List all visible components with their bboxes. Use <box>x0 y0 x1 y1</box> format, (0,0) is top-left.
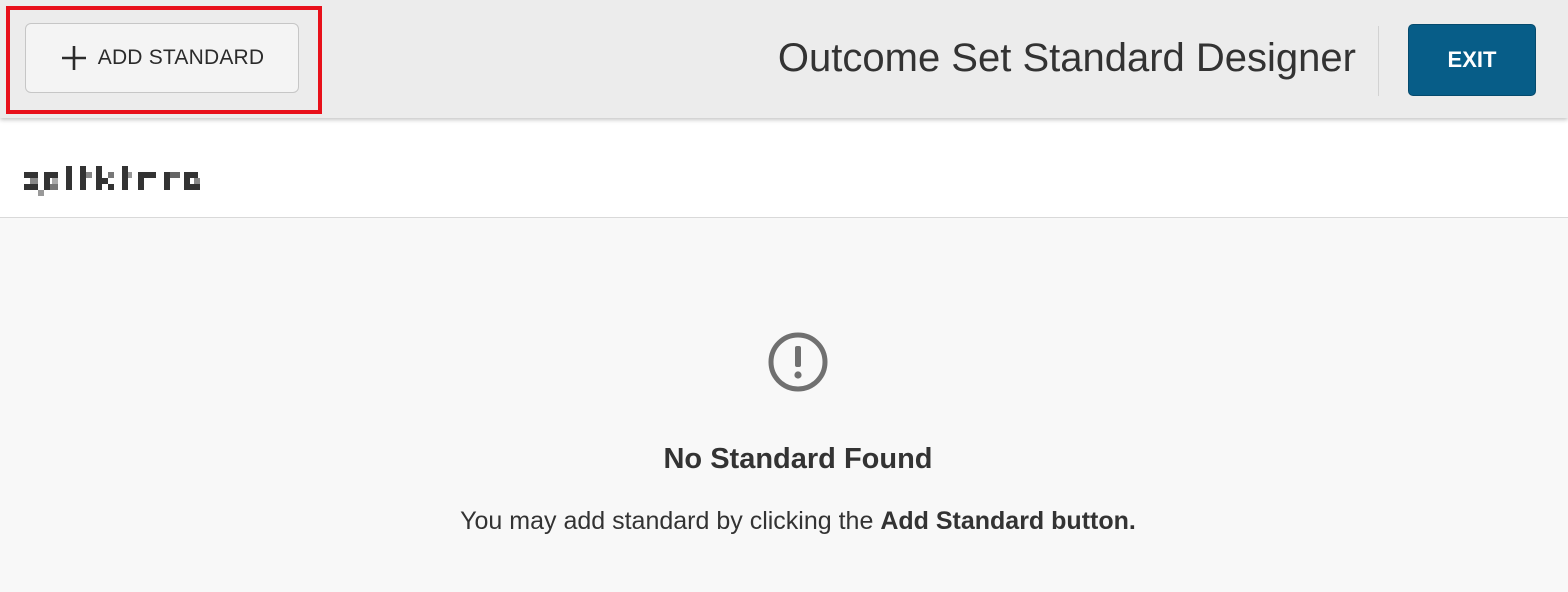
empty-state-message: You may add standard by clicking the Add… <box>0 503 1568 539</box>
redacted-name-block <box>24 166 200 196</box>
subheader <box>0 118 1568 218</box>
alert-circle-icon <box>768 332 828 392</box>
empty-state-message-text: You may add standard by clicking the <box>460 507 881 535</box>
add-standard-label: ADD STANDARD <box>97 46 265 69</box>
plus-icon <box>61 46 86 70</box>
page-title: Outcome Set Standard Designer <box>777 36 1356 80</box>
add-standard-button[interactable]: ADD STANDARD <box>25 23 299 93</box>
outcome-set-standard-designer: ADD STANDARD Outcome Set Standard Design… <box>0 0 1568 592</box>
empty-state-title: No Standard Found <box>663 443 933 475</box>
empty-state-message-bold: Add Standard button. <box>880 507 1136 535</box>
top-toolbar: ADD STANDARD Outcome Set Standard Design… <box>0 0 1568 118</box>
exit-button[interactable]: EXIT <box>1408 24 1536 96</box>
toolbar-divider <box>1378 26 1379 96</box>
